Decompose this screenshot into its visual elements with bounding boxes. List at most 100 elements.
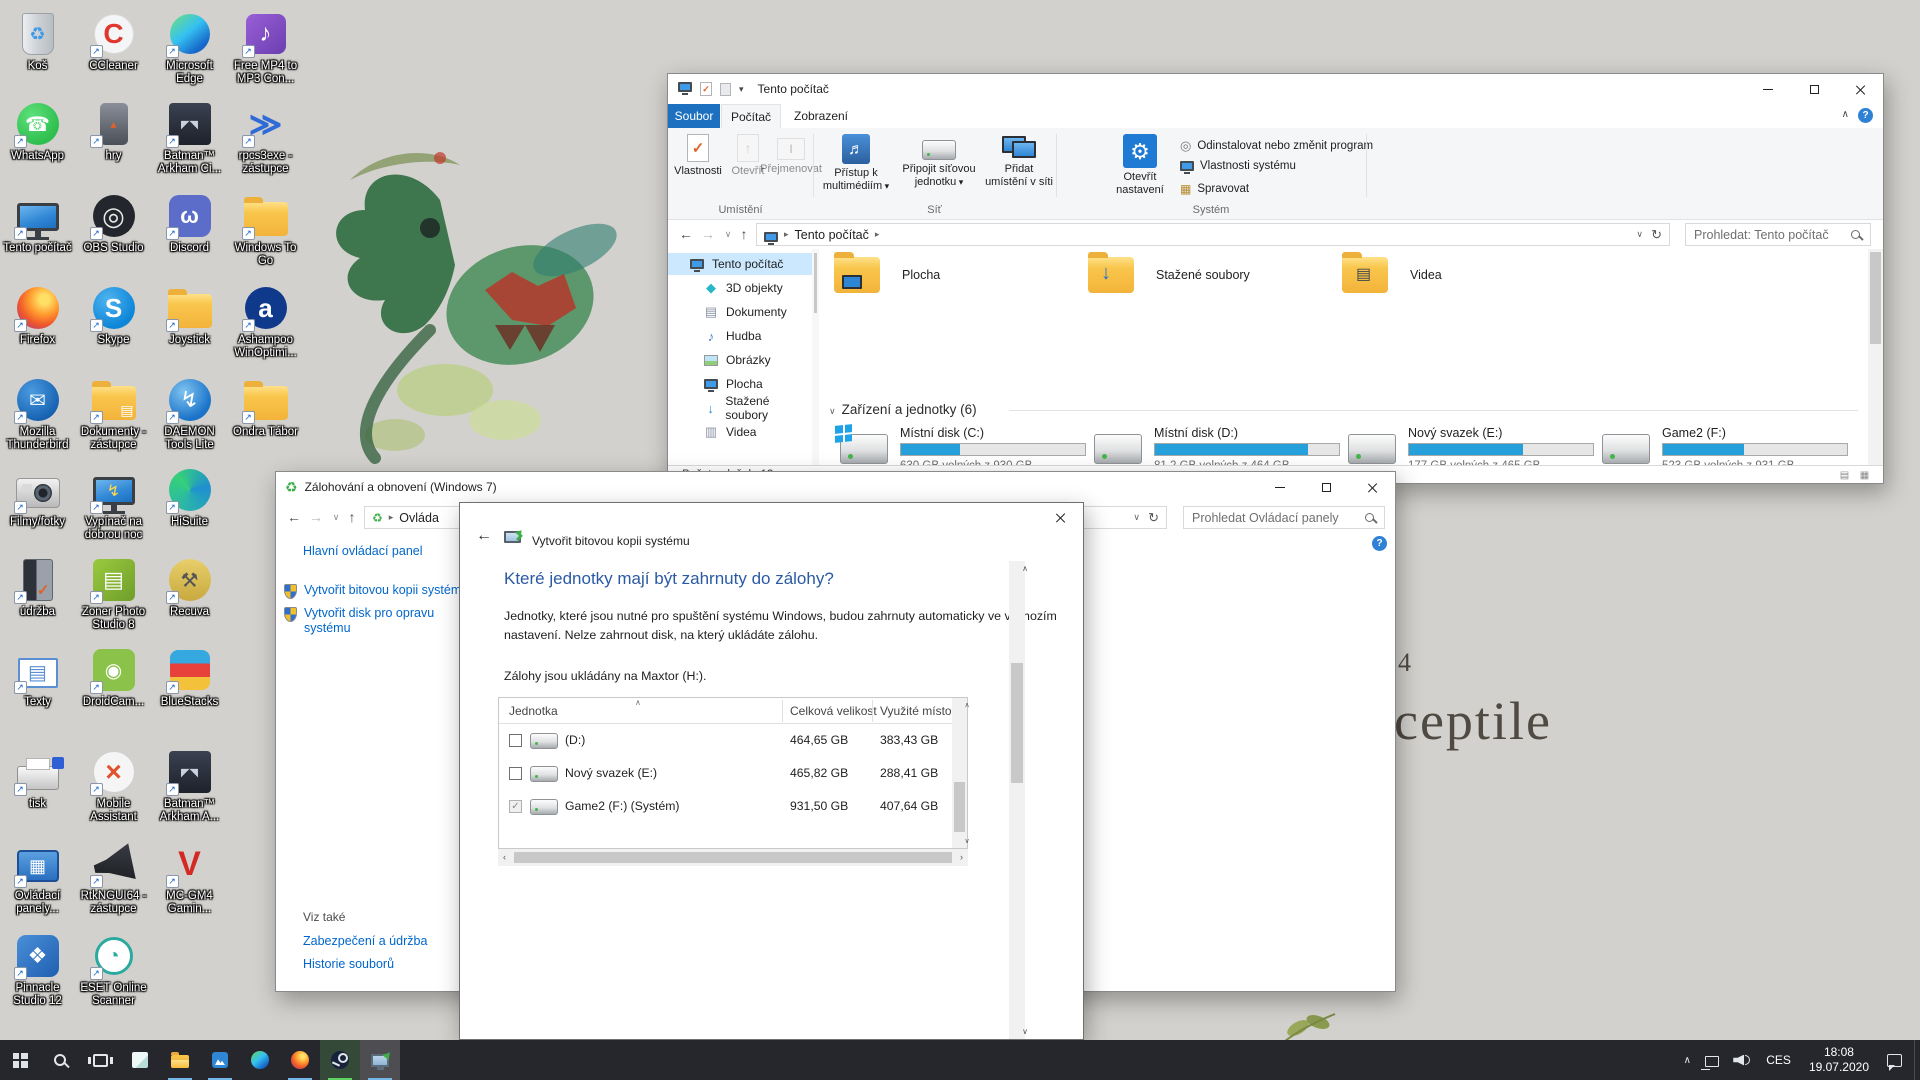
column-header-drive[interactable]: Jednotka — [509, 704, 558, 718]
add-network-location-button[interactable]: Přidat umístění v síti — [984, 134, 1054, 189]
action-center-icon[interactable] — [1887, 1054, 1902, 1067]
drive-item-m-stn-disk-d[interactable]: Místní disk (D:)81,2 GB volných z 464 GB — [1088, 426, 1338, 465]
desktop-icon-mobile-assistant[interactable]: ×↗Mobile Assistant — [76, 748, 151, 824]
thumbnail-view-toggle-icon[interactable]: ▦ — [1858, 469, 1871, 481]
breadcrumb-chevron-icon[interactable]: ▸ — [389, 512, 394, 523]
group-header[interactable]: ∨Zařízení a jednotky (6) — [829, 402, 977, 417]
desktop-icon-vyp-na-na-dobrou-noc[interactable]: ↯↗Vypínač na dobrou noc — [76, 466, 151, 542]
drive-row-nov-svazek-e[interactable]: Nový svazek (E:)465,82 GB288,41 GB — [499, 757, 952, 790]
desktop-icon-whatsapp[interactable]: ☎↗WhatsApp — [0, 100, 75, 163]
desktop-icon-eset-online-scanner[interactable]: ◔↗ESET Online Scanner — [76, 932, 151, 1008]
scroll-down-icon[interactable]: ∨ — [960, 837, 975, 845]
scroll-up-icon[interactable]: ∧ — [1017, 564, 1033, 573]
refresh-icon[interactable]: ↻ — [1148, 510, 1159, 526]
map-network-drive-button[interactable]: Připojit síťovou jednotku — [896, 134, 982, 189]
desktop-icon-ko[interactable]: ♻Koš — [0, 10, 75, 73]
maximize-button[interactable] — [1303, 472, 1349, 502]
media-access-button[interactable]: ♬ Přístup k multimédiím — [818, 134, 894, 193]
dialog-back-icon[interactable]: ← — [476, 527, 492, 545]
help-icon[interactable]: ? — [1858, 108, 1873, 123]
scroll-left-icon[interactable]: ‹ — [503, 852, 506, 862]
breadcrumb-chevron-icon[interactable]: ▸ — [784, 229, 789, 240]
desktop-icon-mc-gm4-gamin[interactable]: V↗MC-GM4 Gamin... — [152, 840, 227, 916]
minimize-button[interactable] — [1257, 472, 1303, 502]
system-properties-button[interactable]: Vlastnosti systému — [1180, 160, 1296, 172]
language-indicator[interactable]: CES — [1766, 1053, 1791, 1067]
folder-item-plocha[interactable]: Plocha — [834, 251, 940, 299]
taskbar-button-photo-app[interactable] — [200, 1040, 240, 1080]
desktop-icon-firefox[interactable]: ↗Firefox — [0, 284, 75, 347]
desktop-icon-tisk[interactable]: ↗tisk — [0, 748, 75, 811]
taskbar-button-steam[interactable] — [320, 1040, 360, 1080]
sidebar-item-hudba[interactable]: ♪Hudba — [668, 325, 812, 347]
desktop-icon-pinnacle-studio-12[interactable]: ❖↗Pinnacle Studio 12 — [0, 932, 75, 1008]
sidebar-item-obr-zky[interactable]: Obrázky — [668, 349, 812, 371]
column-header-total[interactable]: Celková velikost — [790, 704, 877, 718]
desktop-icon-zoner-photo-studio-8[interactable]: ▤↗Zoner Photo Studio 8 — [76, 556, 151, 632]
backup-titlebar[interactable]: ♻ Zálohování a obnovení (Windows 7) — [276, 472, 1395, 502]
table-header[interactable]: Jednotka ∧ Celková velikost Využité míst… — [499, 698, 952, 724]
desktop-icon-discord[interactable]: ω↗Discord — [152, 192, 227, 255]
desktop-icon-batman-arkham-a[interactable]: ◤◥↗Batman™ Arkham A... — [152, 748, 227, 824]
hidden-icons-chevron-icon[interactable]: ∧ — [1675, 1055, 1699, 1066]
search-icon[interactable] — [1365, 513, 1374, 522]
taskbar-button-start[interactable] — [0, 1040, 40, 1080]
drive-checkbox[interactable] — [509, 734, 522, 747]
close-button[interactable] — [1837, 74, 1883, 104]
desktop-icon-windows-to-go[interactable]: ↗Windows To Go — [228, 192, 303, 268]
drive-item-m-stn-disk-c[interactable]: Místní disk (C:)630 GB volných z 930 GB — [834, 426, 1084, 465]
network-icon[interactable] — [1705, 1056, 1719, 1067]
manage-button[interactable]: ▦ Spravovat — [1180, 182, 1249, 196]
desktop-icon-ccleaner[interactable]: C↗CCleaner — [76, 10, 151, 73]
sidebar-item-dokumenty[interactable]: ▤Dokumenty — [668, 301, 812, 323]
back-icon[interactable]: ← — [284, 507, 304, 527]
explorer-titlebar[interactable]: ✓ ▾ Tento počítač — [668, 74, 1883, 104]
column-header-used[interactable]: Využité místo — [880, 704, 952, 718]
close-button[interactable] — [1349, 472, 1395, 502]
sidebar-item-tento-po-ta[interactable]: Tento počítač — [668, 253, 812, 275]
tab-view[interactable]: Zobrazení — [783, 104, 859, 128]
table-horizontal-scrollbar[interactable]: ‹ › — [498, 849, 968, 866]
dialog-scrollbar[interactable]: ∧ ∨ — [1009, 561, 1025, 1039]
search-input[interactable]: Prohledat: Tento počítač — [1685, 223, 1871, 246]
up-icon[interactable]: ↑ — [342, 507, 362, 527]
desktop-icon-filmy-fotky[interactable]: ↗Filmy/fotky — [0, 466, 75, 529]
sidebar-item-sta-en-soubory[interactable]: ↓Stažené soubory — [668, 397, 812, 419]
desktop-icon-tento-po-ta[interactable]: ↗Tento počítač — [0, 192, 75, 255]
new-folder-quick-icon[interactable] — [720, 83, 731, 96]
file-history-link[interactable]: Historie souborů — [303, 957, 394, 971]
desktop-icon-rpcs3exe-z-stupce[interactable]: ≫↗rpcs3exe - zástupce — [228, 100, 303, 176]
desktop-icon-daemon-tools-lite[interactable]: ↯↗DAEMON Tools Lite — [152, 376, 227, 452]
control-panel-home-link[interactable]: Hlavní ovládací panel — [303, 544, 423, 558]
desktop-icon-microsoft-edge[interactable]: ↗Microsoft Edge — [152, 10, 227, 86]
tab-computer[interactable]: Počítač — [721, 104, 781, 128]
qat-customize-icon[interactable]: ▾ — [739, 84, 744, 95]
sidebar-item-plocha[interactable]: Plocha — [668, 373, 812, 395]
taskbar-button-edge[interactable] — [240, 1040, 280, 1080]
scroll-up-icon[interactable]: ∧ — [960, 701, 975, 709]
maximize-button[interactable] — [1791, 74, 1837, 104]
help-icon[interactable]: ? — [1372, 536, 1387, 551]
drive-item-game2-f[interactable]: Game2 (F:)523 GB volných z 931 GB — [1596, 426, 1846, 465]
folder-item-sta-en-soubory[interactable]: ↓Stažené soubory — [1088, 251, 1250, 299]
sidebar-scrollbar[interactable] — [812, 249, 819, 465]
scroll-right-icon[interactable]: › — [960, 852, 963, 862]
sidebar-item-3d-objekty[interactable]: ◆3D objekty — [668, 277, 812, 299]
desktop-icon-hisuite[interactable]: ↗HiSuite — [152, 466, 227, 529]
desktop-icon-ovl-dac-panely[interactable]: ▦↗Ovládací panely... — [0, 840, 75, 916]
collapse-group-icon[interactable]: ∨ — [829, 406, 836, 416]
desktop-icon-hry[interactable]: ▴↗hry — [76, 100, 151, 163]
breadcrumb[interactable]: Tento počítač — [795, 228, 869, 242]
open-settings-button[interactable]: ⚙ Otevřít nastavení — [1108, 134, 1172, 197]
close-button[interactable] — [1037, 503, 1083, 531]
clock[interactable]: 18:08 19.07.2020 — [1809, 1045, 1869, 1075]
volume-icon[interactable] — [1733, 1055, 1744, 1066]
taskbar-button-firefox[interactable] — [280, 1040, 320, 1080]
taskbar-button-backup-tool[interactable] — [360, 1040, 400, 1080]
sidebar-item-videa[interactable]: ▥Videa — [668, 421, 812, 443]
ribbon-collapse-icon[interactable]: ∧ — [1842, 109, 1849, 120]
desktop-icon-ashampoo-winoptimi[interactable]: a↗Ashampoo WinOptimi... — [228, 284, 303, 360]
desktop-icon-droidcam[interactable]: ◉↗DroidCam... — [76, 646, 151, 709]
scroll-down-icon[interactable]: ∨ — [1017, 1027, 1033, 1036]
taskbar-button-file-explorer[interactable] — [160, 1040, 200, 1080]
